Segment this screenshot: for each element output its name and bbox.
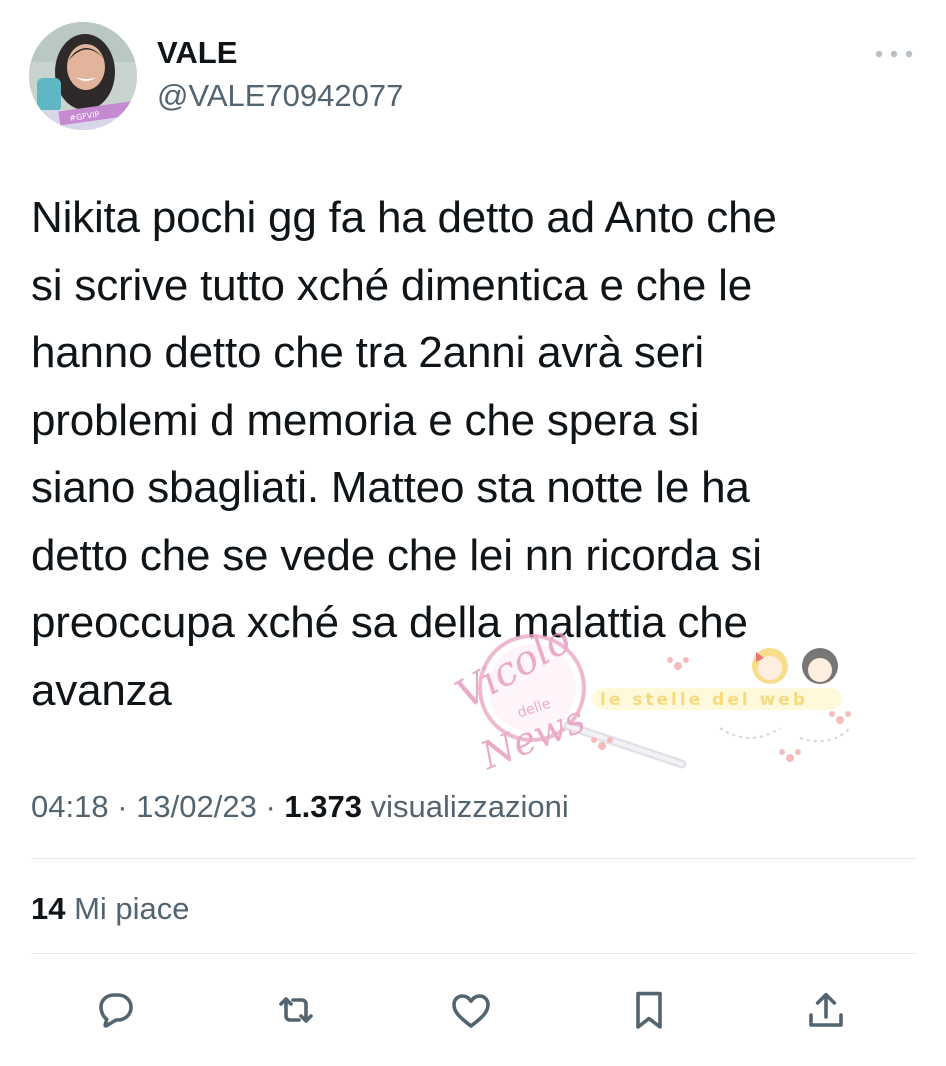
tweet-text: Nikita pochi gg fa ha detto ad Anto che … — [31, 193, 777, 715]
meta-separator: · — [117, 789, 128, 824]
likes-summary[interactable]: 14 Mi piace — [31, 887, 190, 931]
likes-count: 14 — [31, 891, 66, 926]
reply-button[interactable] — [86, 980, 146, 1040]
likes-label: Mi piace — [74, 891, 190, 926]
views-count: 1.373 — [284, 789, 362, 824]
more-options-button[interactable] — [870, 40, 918, 68]
more-dots-icon — [875, 50, 913, 58]
bookmark-icon — [636, 991, 662, 1029]
avatar-image: #GFVIP — [29, 22, 137, 130]
reply-bubble-icon — [99, 993, 133, 1028]
divider — [31, 953, 917, 954]
author-handle[interactable]: @VALE70942077 — [157, 77, 403, 115]
retweet-button[interactable] — [266, 980, 326, 1040]
retweet-arrows-icon — [279, 997, 313, 1023]
share-button[interactable] — [796, 980, 856, 1040]
tweet-meta: 04:18 · 13/02/23 · 1.373 visualizzazioni — [31, 785, 569, 829]
author-display-name[interactable]: VALE — [157, 34, 237, 72]
divider — [31, 858, 917, 859]
author-avatar[interactable]: #GFVIP — [29, 22, 137, 130]
tweet-time[interactable]: 04:18 — [31, 789, 109, 824]
heart-icon — [452, 994, 490, 1028]
like-button[interactable] — [441, 980, 501, 1040]
meta-separator: · — [265, 789, 276, 824]
tweet-date[interactable]: 13/02/23 — [136, 789, 257, 824]
views-label: visualizzazioni — [370, 789, 569, 824]
action-bar — [0, 980, 946, 1040]
bookmark-button[interactable] — [619, 980, 679, 1040]
share-upload-icon — [809, 992, 843, 1027]
